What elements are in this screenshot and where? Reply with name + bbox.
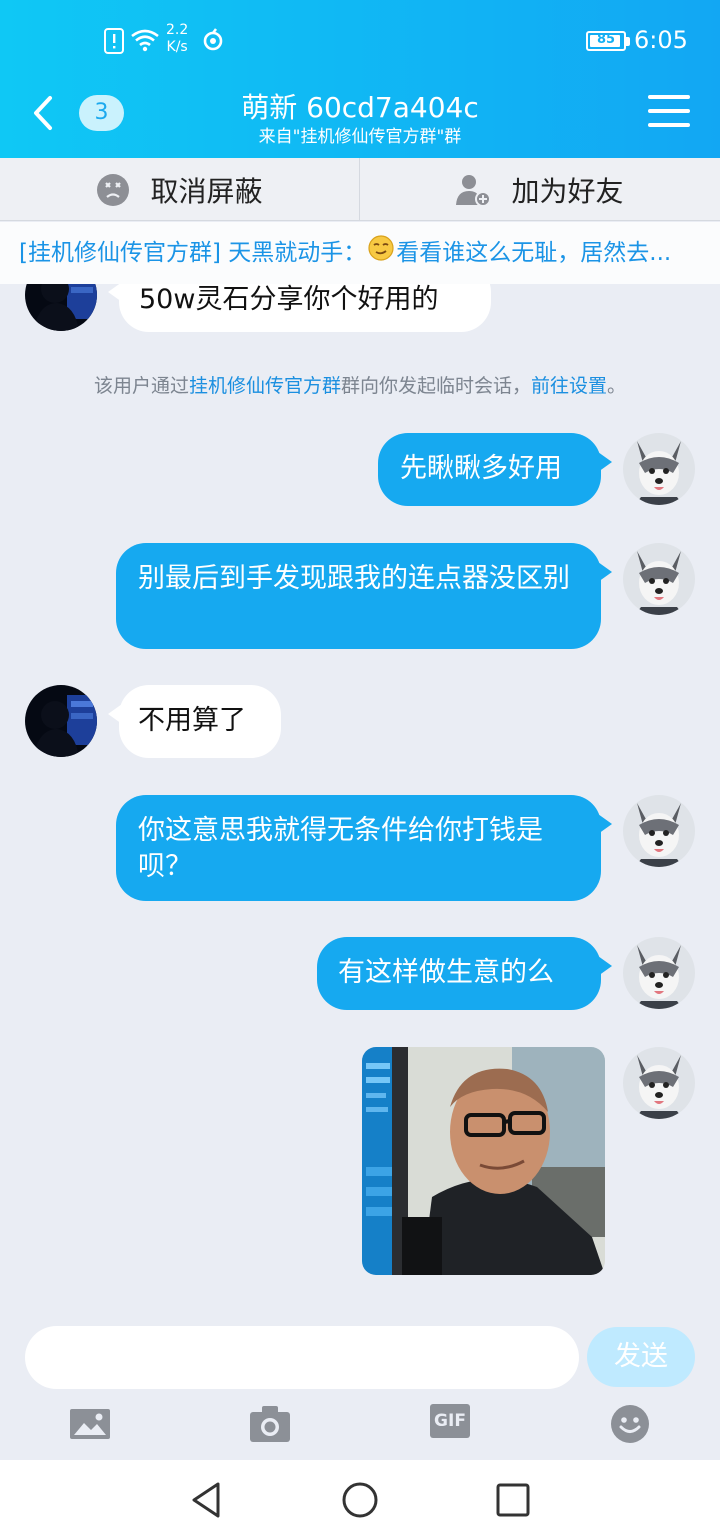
unread-badge[interactable]: 3 [79,95,124,131]
gif-icon[interactable]: GIF [430,1404,470,1438]
system-navigation-bar [0,1460,720,1540]
message-bubble-outgoing[interactable]: 别最后到手发现跟我的连点器没区别 [116,543,601,649]
message-bubble-outgoing[interactable]: 你这意思我就得无条件给你打钱是呗？ [116,795,601,901]
system-message: 该用户通过挂机修仙传官方群群向你发起临时会话，前往设置。 [0,371,720,398]
menu-icon[interactable] [648,95,690,129]
system-message-prefix: 该用户通过 [93,375,189,397]
other-user-avatar[interactable] [25,685,97,757]
speed-unit: K/s [166,39,188,55]
wifi-icon [131,29,159,52]
message-input[interactable] [25,1326,579,1389]
camera-icon[interactable] [250,1404,290,1444]
bubble-tail [598,814,612,834]
my-avatar[interactable] [623,795,695,867]
page-title: 萌新 60cd7a404c [241,91,479,124]
send-button[interactable]: 发送 [587,1327,695,1387]
bubble-tail [598,956,612,976]
unblock-button[interactable]: 取消屏蔽 [0,158,359,221]
status-bar: 2.2 K/s 85 6:05 [0,20,720,64]
add-friend-label: 加为好友 [511,174,624,208]
my-avatar[interactable] [623,1047,695,1119]
battery-icon: 85 [586,31,626,51]
message-bubble-incoming[interactable]: 不用算了 [119,685,281,758]
action-bar: 取消屏蔽 加为好友 [0,158,720,221]
notice-text: 看看谁这么无耻，居然去... [396,240,672,266]
bubble-tail [598,562,612,582]
input-bar: 发送 GIF [0,1320,720,1460]
nav-home-icon[interactable] [341,1480,379,1520]
gif-label: GIF [434,1411,466,1431]
battery-tip [626,37,630,46]
add-friend-icon [456,174,492,207]
group-notice-banner[interactable]: [挂机修仙传官方群] 天黑就动手： 看看谁这么无耻，居然去... [0,222,720,284]
my-avatar[interactable] [623,543,695,615]
back-arrow-icon[interactable] [26,92,60,134]
network-speed: 2.2 K/s [166,22,188,56]
speed-value: 2.2 [166,22,189,38]
clock: 6:05 [634,26,688,54]
settings-link[interactable]: 前往设置 [531,375,607,397]
hotspot-icon [203,28,223,51]
my-avatar[interactable] [623,937,695,1009]
battery-percent: 85 [596,32,616,47]
system-message-middle: 群向你发起临时会话， [340,375,531,397]
group-link[interactable]: 挂机修仙传官方群 [189,375,341,397]
emoji-icon[interactable] [611,1404,649,1444]
image-icon[interactable] [70,1404,110,1444]
chat-messages[interactable]: 50w灵石分享你个好用的 该用户通过挂机修仙传官方群群向你发起临时会话，前往设置… [0,284,720,1320]
other-user-avatar[interactable] [25,284,97,331]
nav-back-icon[interactable] [188,1480,224,1520]
nav-recents-icon[interactable] [495,1480,531,1520]
add-friend-button[interactable]: 加为好友 [360,158,719,221]
chat-source-subtitle: 来自"挂机修仙传官方群"群 [258,127,462,147]
message-bubble-outgoing[interactable]: 有这样做生意的么 [317,937,601,1010]
my-avatar[interactable] [623,433,695,505]
unblock-label: 取消屏蔽 [150,174,263,208]
bubble-tail [598,452,612,472]
image-message[interactable] [362,1047,605,1275]
notice-sender: 天黑就动手： [228,240,367,266]
system-message-suffix: 。 [607,375,627,397]
message-bubble-outgoing[interactable]: 先瞅瞅多好用 [378,433,601,506]
message-bubble-incoming[interactable]: 50w灵石分享你个好用的 [119,284,491,332]
blocked-face-icon [97,173,130,206]
alert-icon [104,28,124,54]
chat-header: 2.2 K/s 85 6:05 3 萌新 60cd7a404c 来自"挂机修仙传… [0,0,720,158]
notice-group: [挂机修仙传官方群] [19,240,221,266]
smirk-emoji-icon [368,223,394,285]
